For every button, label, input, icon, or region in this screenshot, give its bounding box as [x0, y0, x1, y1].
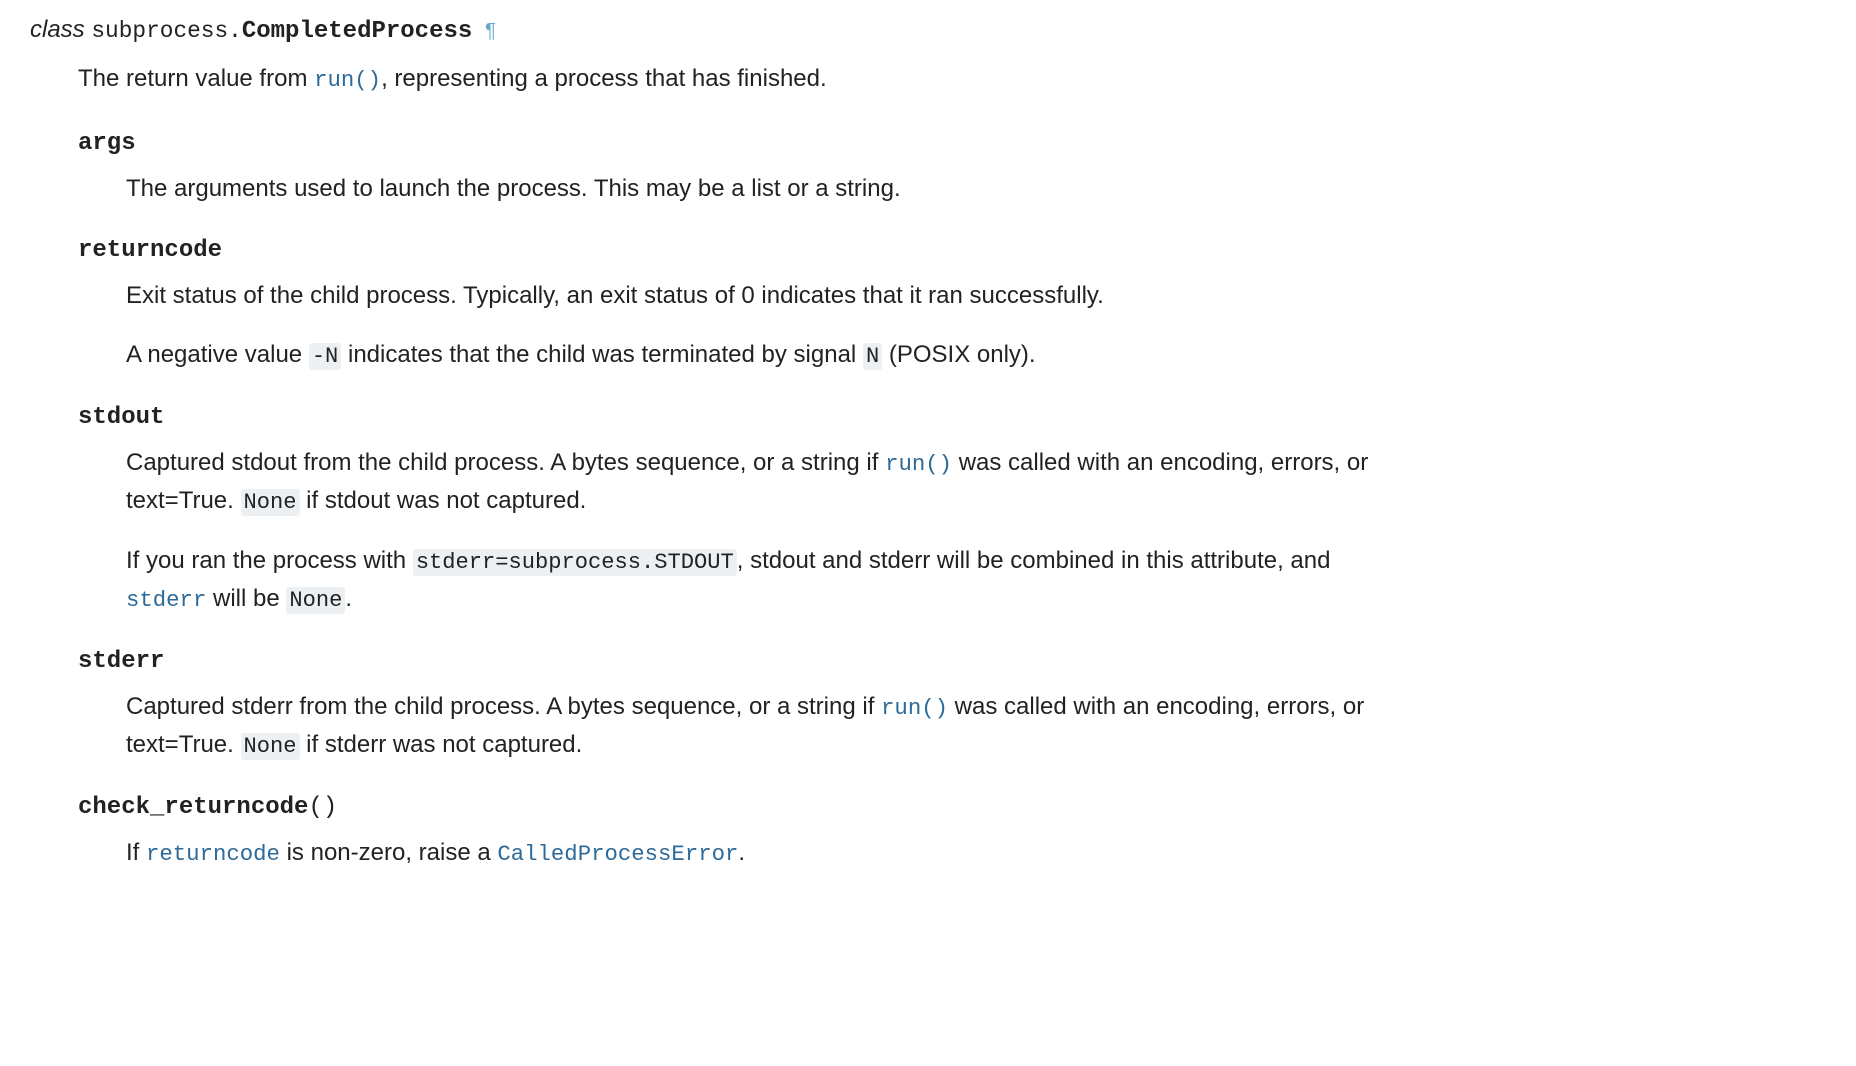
code-literal: -N	[309, 343, 342, 370]
text: (POSIX only).	[882, 341, 1035, 368]
link-run[interactable]: run()	[881, 695, 948, 721]
text: indicates that the child was terminated …	[341, 341, 863, 368]
attribute-returncode: returncode Exit status of the child proc…	[78, 233, 1826, 374]
text: The return value from	[78, 65, 314, 92]
code-literal-none: None	[241, 733, 300, 760]
code-literal-none: None	[241, 489, 300, 516]
text: if stderr was not captured.	[300, 731, 583, 758]
link-stderr[interactable]: stderr	[126, 587, 206, 613]
text: if stdout was not captured.	[300, 487, 587, 514]
class-name: CompletedProcess	[242, 18, 472, 45]
code-literal: stderr=subprocess.STDOUT	[413, 549, 737, 576]
attr-body: If returncode is non-zero, raise a Calle…	[126, 834, 1826, 872]
method-name: check_returncode()	[78, 790, 1826, 826]
attr-body: Exit status of the child process. Typica…	[126, 277, 1826, 374]
link-run[interactable]: run()	[885, 451, 952, 477]
text: If	[126, 839, 146, 866]
text: is non-zero, raise a	[280, 839, 497, 866]
attr-body: Captured stdout from the child process. …	[126, 444, 1826, 618]
method-check-returncode: check_returncode() If returncode is non-…	[78, 790, 1826, 872]
attribute-args: args The arguments used to launch the pr…	[78, 126, 1826, 207]
text: will be	[206, 585, 286, 612]
class-body: The return value from run(), representin…	[78, 60, 1826, 872]
paragraph: Captured stderr from the child process. …	[126, 688, 1386, 764]
text: , stdout and stderr will be combined in …	[737, 547, 1331, 574]
paragraph: If you ran the process with stderr=subpr…	[126, 542, 1386, 618]
text: Captured stderr from the child process. …	[126, 693, 881, 720]
link-returncode[interactable]: returncode	[146, 841, 280, 867]
text: Captured stdout from the child process. …	[126, 449, 885, 476]
paragraph: Captured stdout from the child process. …	[126, 444, 1386, 520]
link-run[interactable]: run()	[314, 67, 381, 93]
attr-name-args: args	[78, 126, 1826, 162]
text: .	[345, 585, 352, 612]
code-literal: N	[863, 343, 882, 370]
attr-name-returncode: returncode	[78, 233, 1826, 269]
text: , representing a process that has finish…	[381, 65, 827, 92]
class-definition: class subprocess.CompletedProcess ¶ The …	[30, 12, 1826, 872]
module-prefix: subprocess.	[91, 18, 241, 44]
paragraph: Exit status of the child process. Typica…	[126, 277, 1386, 314]
permalink-icon[interactable]: ¶	[479, 20, 496, 42]
method-name-text: check_returncode	[78, 794, 308, 821]
paragraph: A negative value -N indicates that the c…	[126, 336, 1386, 374]
class-keyword: class	[30, 16, 85, 43]
text: If you ran the process with	[126, 547, 413, 574]
attribute-stdout: stdout Captured stdout from the child pr…	[78, 400, 1826, 618]
class-signature: class subprocess.CompletedProcess ¶	[30, 12, 1826, 50]
paragraph: The arguments used to launch the process…	[126, 170, 1386, 207]
attr-body: Captured stderr from the child process. …	[126, 688, 1826, 764]
attr-body: The arguments used to launch the process…	[126, 170, 1826, 207]
attr-name-stderr: stderr	[78, 644, 1826, 680]
link-calledprocesserror[interactable]: CalledProcessError	[497, 841, 738, 867]
text: .	[738, 839, 745, 866]
method-parens: ()	[308, 794, 337, 821]
text: A negative value	[126, 341, 309, 368]
class-description: The return value from run(), representin…	[78, 60, 1826, 98]
attr-name-stdout: stdout	[78, 400, 1826, 436]
code-literal-none: None	[286, 587, 345, 614]
paragraph: If returncode is non-zero, raise a Calle…	[126, 834, 1386, 872]
attribute-stderr: stderr Captured stderr from the child pr…	[78, 644, 1826, 764]
